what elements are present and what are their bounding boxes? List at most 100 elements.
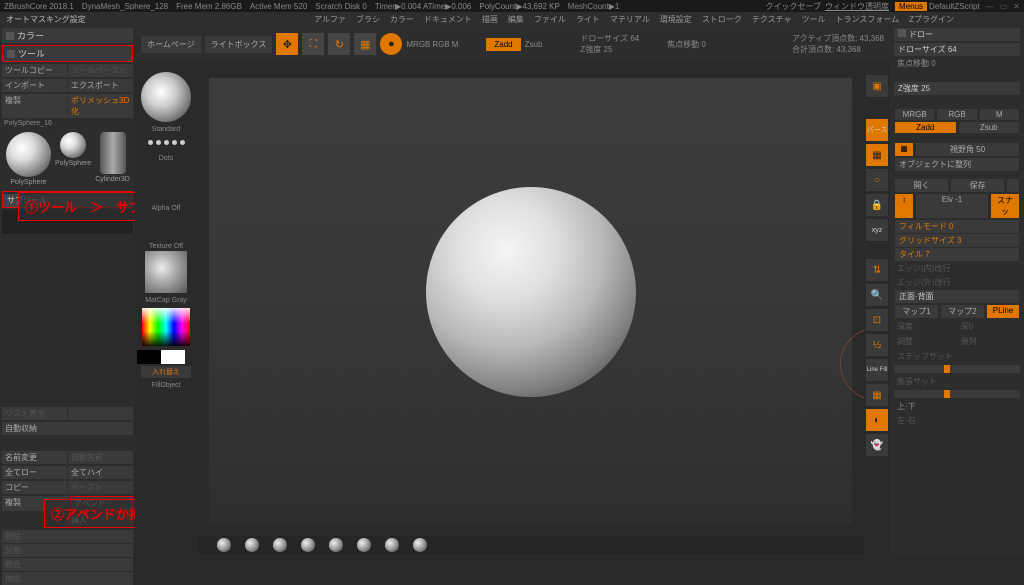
menu-item[interactable]: ライト — [576, 14, 600, 25]
gridsize-slider[interactable]: グリッドサイズ 3 — [895, 234, 1019, 247]
floor-icon[interactable]: ▦ — [866, 144, 888, 166]
copy-button[interactable]: コピー — [2, 481, 67, 494]
tool-thumb-cylinder[interactable]: Cylinder3D — [95, 132, 130, 186]
viewport[interactable] — [209, 78, 852, 524]
rotate-icon[interactable]: ↻ — [328, 33, 350, 55]
persp-toggle[interactable]: ▦ — [895, 143, 913, 156]
stroke-thumb[interactable] — [137, 134, 195, 151]
menu-item[interactable]: トランスフォーム — [836, 14, 900, 25]
zsub-toggle[interactable]: Zsub — [959, 122, 1020, 133]
swatch-black[interactable] — [137, 350, 161, 364]
transp-icon[interactable]: ◐ — [866, 409, 888, 431]
alpha-label[interactable]: Alpha Off — [137, 205, 195, 212]
shelf-item[interactable] — [357, 538, 371, 552]
menus-toggle[interactable]: Menus — [895, 2, 927, 11]
lock-icon[interactable]: 🔒 — [866, 194, 888, 216]
zadd-button[interactable]: Zadd — [486, 38, 520, 51]
delete-button[interactable]: 削除 — [2, 530, 133, 543]
swatch-white[interactable] — [161, 350, 185, 364]
m-button[interactable]: M — [452, 40, 459, 49]
window-transparency[interactable]: ウィンドウ透明度 — [825, 1, 889, 12]
map2-button[interactable]: マップ2 — [941, 305, 984, 318]
autoname-button[interactable]: 自動名前 — [68, 451, 133, 464]
fov-slider[interactable]: 視野角 50 — [916, 143, 1019, 156]
texture-label[interactable]: Texture Off — [137, 243, 195, 250]
actual-icon[interactable]: ⊡ — [866, 309, 888, 331]
menu-item[interactable]: カラー — [390, 14, 414, 25]
open-button[interactable]: 開く — [895, 179, 948, 192]
ghost-icon[interactable]: 👻 — [866, 434, 888, 456]
menu-item[interactable]: ストローク — [702, 14, 742, 25]
tool-header[interactable]: ツール — [3, 46, 132, 61]
lightbox-button[interactable]: ライトボックス — [205, 36, 273, 53]
material-thumb[interactable] — [145, 251, 187, 293]
menu-item[interactable]: 描画 — [482, 14, 498, 25]
shelf-item[interactable] — [273, 538, 287, 552]
fillmode-slider[interactable]: フィルモード 0 — [895, 220, 1019, 233]
elv-slider[interactable]: Elv -1 — [916, 194, 988, 218]
step-slider[interactable] — [894, 365, 1020, 373]
align-button[interactable]: オブジェクトに整列 — [895, 158, 1019, 171]
menu-item[interactable]: ツール — [802, 14, 826, 25]
menu-item[interactable]: 環境設定 — [660, 14, 692, 25]
default-zscript[interactable]: DefaultZScript — [929, 2, 980, 11]
all-low-button[interactable]: 全てロー — [2, 466, 67, 479]
localsym-icon[interactable]: ○ — [866, 169, 888, 191]
rgb-button[interactable]: RGB — [432, 40, 449, 49]
quicksave-button[interactable]: クイックセーブ — [766, 1, 822, 12]
color-header[interactable]: カラー — [2, 28, 133, 43]
mrgb-toggle[interactable]: MRGB — [895, 109, 934, 120]
frame-icon[interactable]: ▦ — [354, 33, 376, 55]
zintensity-slider[interactable]: Z強度 25 — [894, 82, 1020, 95]
m-toggle[interactable]: M — [980, 109, 1019, 120]
tile-slider[interactable]: タイル 7 — [895, 248, 1019, 261]
brush-thumb[interactable] — [141, 72, 191, 122]
split-button[interactable]: 分割 — [2, 544, 133, 557]
duplicate-button[interactable]: 複製 — [2, 94, 67, 118]
shelf-item[interactable] — [301, 538, 315, 552]
zadd-toggle[interactable]: Zadd — [895, 122, 956, 133]
pline-button[interactable]: PLine — [987, 305, 1019, 318]
mrgb-button[interactable]: MRGB — [406, 40, 430, 49]
drawsize-slider[interactable]: ドローサイズ 64 — [894, 43, 1020, 56]
menu-item[interactable]: Zプラグイン — [909, 14, 954, 25]
switch-color-button[interactable]: 入れ替え — [141, 366, 191, 378]
menu-item[interactable]: ドキュメント — [424, 14, 472, 25]
menu-item[interactable]: テクスチャ — [752, 14, 792, 25]
inflate-slider[interactable] — [894, 390, 1020, 398]
menu-item[interactable]: 編集 — [508, 14, 524, 25]
make-polymesh-button[interactable]: ポリメッシュ3D化 — [68, 94, 133, 118]
auto-collapse-button[interactable]: 自動収納 — [2, 422, 133, 435]
homepage-button[interactable]: ホームページ — [141, 36, 201, 53]
export-button[interactable]: エクスポート — [68, 79, 133, 92]
rename-button[interactable]: 名前変更 — [2, 451, 67, 464]
shelf-item[interactable] — [245, 538, 259, 552]
move-icon[interactable]: ✥ — [276, 33, 298, 55]
scale-icon[interactable]: ⛶ — [302, 33, 324, 55]
tool-copy-button[interactable]: ツールコピー — [2, 64, 67, 77]
scroll-icon[interactable]: ⇅ — [866, 259, 888, 281]
polyf-icon[interactable]: ▦ — [866, 384, 888, 406]
tool-thumb-polysphere2[interactable]: PolySphere — [55, 132, 91, 186]
gizmo-icon[interactable]: ● — [380, 33, 402, 55]
bpr-icon[interactable]: ▣ — [866, 75, 888, 97]
snap-button[interactable]: スナッ — [991, 194, 1019, 218]
save-button[interactable]: 保存 — [951, 179, 1004, 192]
color-picker[interactable] — [142, 308, 190, 346]
xyz-icon[interactable]: xyz — [866, 219, 888, 241]
map1-button[interactable]: マップ1 — [895, 305, 938, 318]
zoom-icon[interactable]: 🔍 — [866, 284, 888, 306]
mesh-sphere[interactable] — [426, 187, 636, 397]
menu-item[interactable]: ブラシ — [356, 14, 380, 25]
menu-item[interactable]: アルファ — [314, 14, 346, 25]
menu-item[interactable]: ファイル — [534, 14, 566, 25]
list-all-button[interactable]: リスト表示 — [2, 407, 67, 420]
frontback-header[interactable]: 正面·背面 — [895, 290, 1019, 303]
focal-slider[interactable]: 焦点移動 0 — [894, 57, 1020, 70]
minimize-icon[interactable]: — — [986, 2, 994, 11]
import-button[interactable]: インポート — [2, 79, 67, 92]
shelf-item[interactable] — [413, 538, 427, 552]
menu-item[interactable]: マテリアル — [610, 14, 650, 25]
elv-icon[interactable]: ↕ — [895, 194, 913, 218]
extract-button[interactable]: 抽出 — [2, 572, 133, 585]
